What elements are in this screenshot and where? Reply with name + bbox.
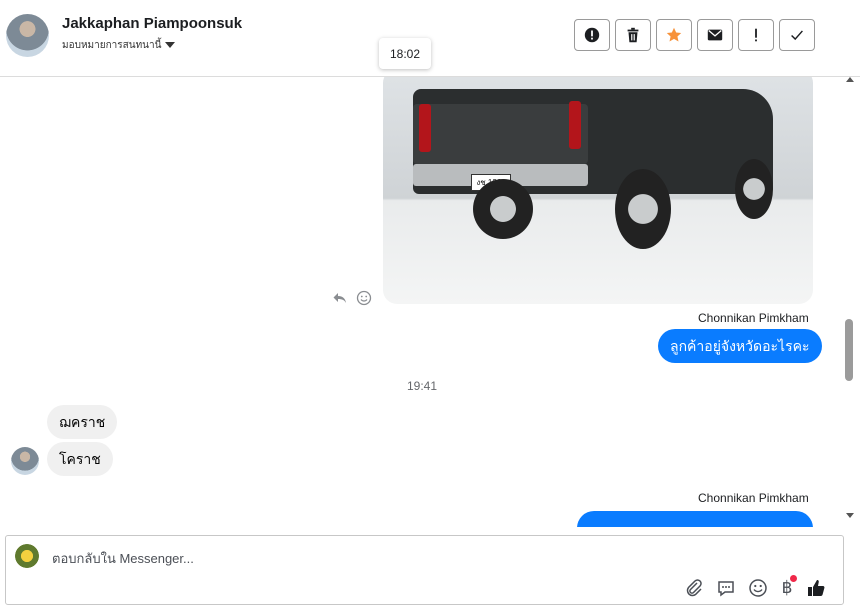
vehicle-wheel <box>735 159 773 219</box>
composer-tools: ฿ <box>684 575 826 598</box>
contact-avatar[interactable] <box>6 14 49 57</box>
message-hover-actions <box>332 290 372 306</box>
alert-circle-icon <box>584 27 600 43</box>
thread-scrollbar[interactable] <box>842 77 858 527</box>
mark-spam-button[interactable] <box>574 19 610 51</box>
message-bubble-icon[interactable] <box>716 578 736 598</box>
incoming-message[interactable]: ฌคราช <box>47 405 118 439</box>
assign-label: มอบหมายการสนทนานี้ <box>62 40 162 51</box>
mark-unread-button[interactable] <box>697 19 733 51</box>
emoji-icon[interactable] <box>748 578 768 598</box>
scrollbar-thumb[interactable] <box>845 319 853 381</box>
reply-icon[interactable] <box>332 290 348 306</box>
paperclip-icon[interactable] <box>684 578 704 598</box>
vehicle-wheel <box>473 179 533 239</box>
timestamp-divider: 19:41 <box>407 379 438 393</box>
contact-name[interactable]: Jakkaphan Piampoonsuk <box>62 15 242 32</box>
vehicle-tailgate <box>413 104 588 164</box>
trash-icon <box>627 27 639 43</box>
vehicle-taillight <box>419 104 431 152</box>
action-toolbar <box>574 19 815 51</box>
sender-name: Chonnikan Pimkham <box>698 491 809 505</box>
vehicle-taillight <box>569 101 581 149</box>
timestamp-tooltip: 18:02 <box>379 38 431 69</box>
emoji-reaction-icon[interactable] <box>356 290 372 306</box>
check-icon <box>791 30 803 41</box>
star-button[interactable] <box>656 19 692 51</box>
vehicle-photo-attachment[interactable]: งช 1366 <box>383 77 813 304</box>
page-logo <box>15 544 39 568</box>
scroll-down-arrow-icon[interactable] <box>846 513 854 518</box>
vehicle-wheel <box>615 169 671 249</box>
incoming-message[interactable]: โคราช <box>47 442 113 476</box>
follow-up-button[interactable] <box>738 19 774 51</box>
message-thread[interactable]: งช 1366 Chonnikan Pimkham ลูกค้าอยู่จังห… <box>0 77 840 527</box>
exclamation-icon <box>755 28 757 42</box>
reply-composer: ฿ <box>5 535 844 605</box>
scroll-up-arrow-icon[interactable] <box>846 77 854 82</box>
outgoing-message[interactable]: ... <box>577 511 813 527</box>
mark-done-button[interactable] <box>779 19 815 51</box>
outgoing-message[interactable]: ลูกค้าอยู่จังหวัดอะไรคะ <box>658 329 822 363</box>
assign-conversation-dropdown[interactable]: มอบหมายการสนทนานี้ <box>62 38 176 53</box>
reply-input[interactable] <box>50 546 654 570</box>
baht-payment-button[interactable]: ฿ <box>780 575 797 598</box>
delete-button[interactable] <box>615 19 651 51</box>
thumbs-up-icon[interactable] <box>806 578 826 598</box>
caret-down-icon <box>165 42 176 49</box>
envelope-icon <box>707 29 723 41</box>
contact-avatar-small <box>11 447 39 475</box>
star-icon <box>666 27 682 42</box>
sender-name: Chonnikan Pimkham <box>698 311 809 325</box>
notification-dot <box>790 575 797 582</box>
